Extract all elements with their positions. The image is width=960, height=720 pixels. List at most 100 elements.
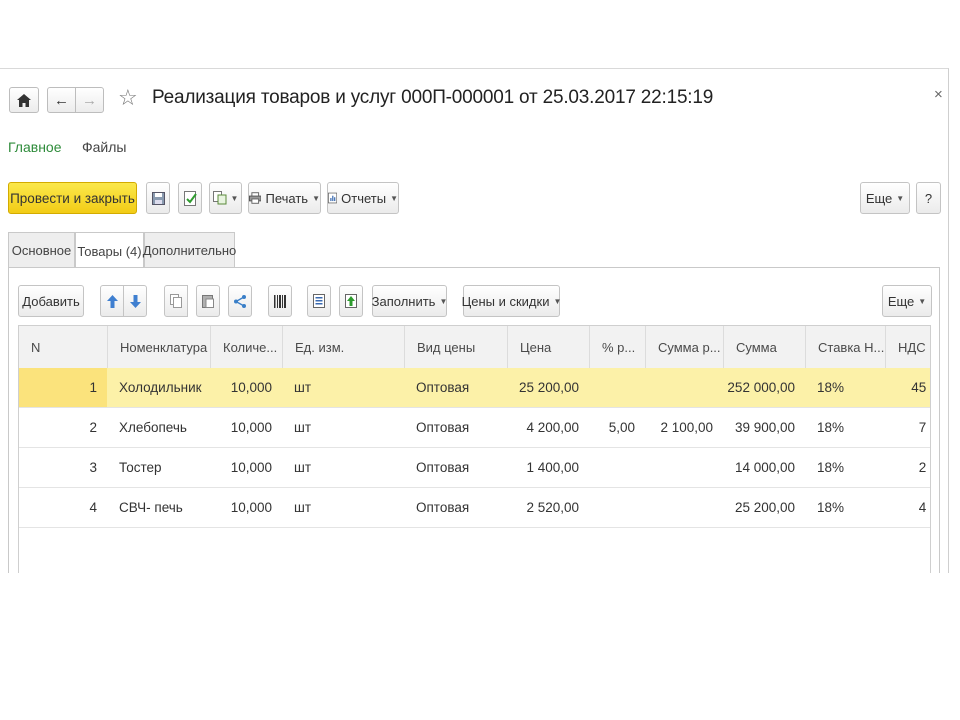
copy-row-button[interactable] [164,285,188,317]
cell-price-type[interactable]: Оптовая [404,448,507,487]
add-row-button[interactable]: Добавить [18,285,84,317]
table-row[interactable]: 4 СВЧ- печь 10,000 шт Оптовая 2 520,00 2… [19,488,930,528]
goods-table: N Номенклатура Количе... Ед. изм. Вид це… [18,325,931,573]
cell-vat-rate[interactable]: 18% [805,368,885,407]
column-header-vat-rate[interactable]: Ставка Н... [805,326,885,368]
cell-price[interactable]: 1 400,00 [507,448,589,487]
table-row[interactable]: 3 Тостер 10,000 шт Оптовая 1 400,00 14 0… [19,448,930,488]
column-header-unit[interactable]: Ед. изм. [282,326,404,368]
table-header: N Номенклатура Количе... Ед. изм. Вид це… [19,326,930,369]
cell-unit[interactable]: шт [282,368,404,407]
column-header-discount-pct[interactable]: % р... [589,326,645,368]
forward-button[interactable]: → [75,87,104,113]
cell-qty[interactable]: 10,000 [210,408,282,447]
column-header-price[interactable]: Цена [507,326,589,368]
cell-price-type[interactable]: Оптовая [404,408,507,447]
tab-additional[interactable]: Дополнительно [143,232,236,268]
cell-item[interactable]: Холодильник [107,368,210,407]
cell-qty[interactable]: 10,000 [210,448,282,487]
cell-sum[interactable]: 14 000,00 [723,448,805,487]
chevron-down-icon: ▼ [553,296,562,306]
cell-vat-rate[interactable]: 18% [805,448,885,487]
column-header-vat[interactable]: НДС [885,326,930,368]
more-button[interactable]: Еще ▼ [860,182,910,214]
column-header-n[interactable]: N [19,326,107,368]
close-icon[interactable]: × [934,86,943,103]
save-icon [151,191,165,205]
cell-sum[interactable]: 25 200,00 [723,488,805,527]
chevron-down-icon: ▼ [918,296,927,306]
cell-vat-rate[interactable]: 18% [805,408,885,447]
cell-vat[interactable]: 4 53 [885,488,930,527]
paste-row-button[interactable] [196,285,220,317]
more-label: Еще [865,190,893,206]
fill-button[interactable]: Заполнить ▼ [372,285,447,317]
cell-discount-sum[interactable] [645,368,723,407]
table-row[interactable]: 1 Холодильник 10,000 шт Оптовая 25 200,0… [19,368,930,408]
reports-button[interactable]: Отчеты ▼ [327,182,399,214]
column-header-item[interactable]: Номенклатура [107,326,210,368]
column-header-sum[interactable]: Сумма [723,326,805,368]
cell-price-type[interactable]: Оптовая [404,368,507,407]
cell-qty[interactable]: 10,000 [210,368,282,407]
post-button[interactable] [178,182,202,214]
cell-sum[interactable]: 252 000,00 [723,368,805,407]
cell-price[interactable]: 25 200,00 [507,368,589,407]
cell-sum[interactable]: 39 900,00 [723,408,805,447]
post-and-close-label: Провести и закрыть [10,190,135,206]
home-button[interactable] [9,87,39,113]
barcode-button[interactable] [268,285,292,317]
cell-discount-sum[interactable]: 2 100,00 [645,408,723,447]
cell-discount-pct[interactable] [589,368,645,407]
cell-vat[interactable]: 45 36 [885,368,930,407]
cell-discount-pct[interactable] [589,488,645,527]
cell-n: 2 [89,420,97,435]
cell-discount-pct[interactable] [589,448,645,487]
save-button[interactable] [146,182,170,214]
document-list-icon [313,294,325,308]
cell-unit[interactable]: шт [282,488,404,527]
prices-discounts-button[interactable]: Цены и скидки ▼ [462,285,562,317]
cell-vat-rate[interactable]: 18% [805,488,885,527]
cell-vat[interactable]: 2 52 [885,448,930,487]
cell-unit[interactable]: шт [282,408,404,447]
section-main-link[interactable]: Главное [8,139,62,155]
star-icon[interactable]: ☆ [118,85,138,111]
tab-main[interactable]: Основное [8,232,75,268]
share-button[interactable] [228,285,252,317]
selection-button[interactable] [307,285,331,317]
cell-discount-pct[interactable]: 5,00 [589,408,645,447]
cell-qty[interactable]: 10,000 [210,488,282,527]
column-header-price-type[interactable]: Вид цены [404,326,507,368]
grid-more-button[interactable]: Еще ▼ [882,285,932,317]
post-document-icon [183,190,197,206]
cell-n: 4 [89,500,97,515]
cell-item[interactable]: СВЧ- печь [107,488,210,527]
back-button[interactable]: ← [47,87,76,113]
cell-price[interactable]: 2 520,00 [507,488,589,527]
create-based-on-button[interactable]: ▼ [209,182,242,214]
help-button[interactable]: ? [916,182,941,214]
print-button[interactable]: Печать ▼ [248,182,321,214]
cell-price[interactable]: 4 200,00 [507,408,589,447]
add-label: Добавить [22,293,80,309]
move-up-button[interactable] [100,285,124,317]
column-header-discount-sum[interactable]: Сумма р... [645,326,723,368]
cell-vat[interactable]: 7 18 [885,408,930,447]
load-button[interactable] [339,285,363,317]
post-and-close-button[interactable]: Провести и закрыть [8,182,137,214]
tab-goods[interactable]: Товары (4) [75,232,144,269]
cell-price-type[interactable]: Оптовая [404,488,507,527]
chevron-down-icon: ▼ [390,193,398,203]
cell-item[interactable]: Хлебопечь [107,408,210,447]
column-header-qty[interactable]: Количе... [210,326,282,368]
move-down-button[interactable] [123,285,147,317]
create-based-on-icon [212,191,227,205]
cell-discount-sum[interactable] [645,448,723,487]
cell-item[interactable]: Тостер [107,448,210,487]
arrow-right-icon: → [82,91,97,109]
cell-discount-sum[interactable] [645,488,723,527]
cell-unit[interactable]: шт [282,448,404,487]
table-row[interactable]: 2 Хлебопечь 10,000 шт Оптовая 4 200,00 5… [19,408,930,448]
section-files-link[interactable]: Файлы [82,139,126,155]
